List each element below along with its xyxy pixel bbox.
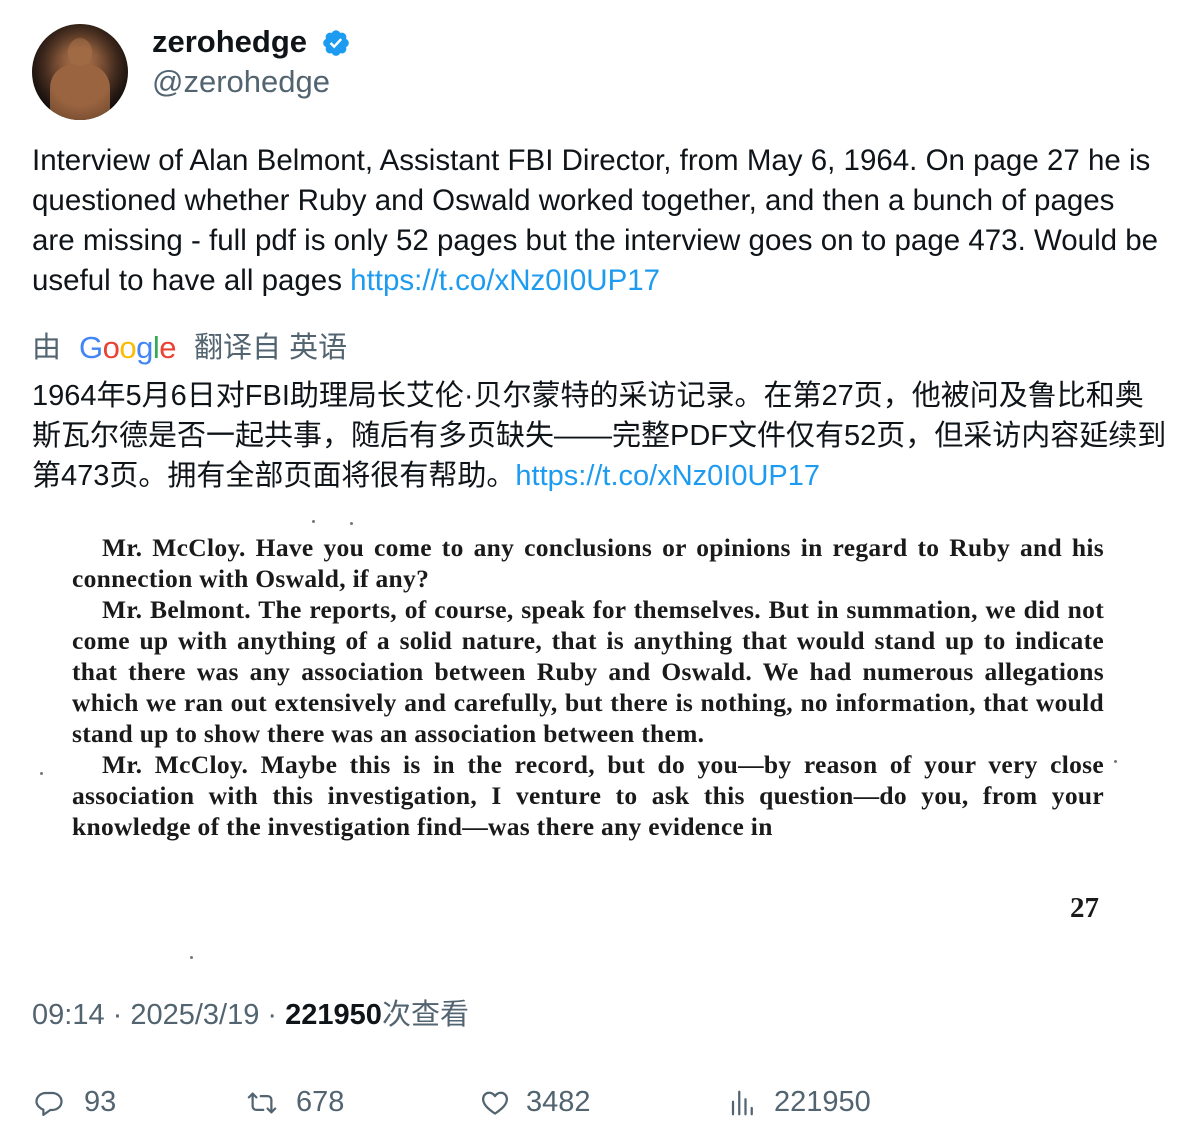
scan-paragraph: Mr. McCloy. Maybe this is in the record,…: [72, 749, 1104, 842]
tweet-link[interactable]: https://t.co/xNz0I0UP17: [350, 264, 660, 297]
reply-icon: [35, 1091, 63, 1116]
scan-paragraph: Mr. McCloy. Have you come to any conclus…: [72, 532, 1104, 594]
meta-separator: ·: [104, 999, 131, 1031]
google-logo: Google: [79, 330, 177, 365]
views-count: 221950: [774, 1086, 871, 1118]
translated-link[interactable]: https://t.co/xNz0I0UP17: [515, 460, 820, 492]
view-count: 221950: [285, 999, 382, 1031]
analytics-icon: [731, 1090, 753, 1116]
display-name[interactable]: zerohedge: [152, 22, 307, 62]
translated-from-label[interactable]: 翻译自 英语: [194, 326, 347, 370]
avatar-vignette: [32, 24, 128, 120]
scan-page-number: 27: [1070, 892, 1099, 924]
like-count: 3482: [526, 1086, 591, 1118]
verified-badge-icon: [323, 30, 349, 56]
scan-speck: [40, 772, 43, 775]
scan-speaker: Mr. McCloy.: [102, 750, 249, 779]
translated-by-label: 由: [32, 332, 62, 364]
retweet-button[interactable]: 678: [244, 1080, 384, 1124]
reply-button[interactable]: 93: [32, 1080, 152, 1124]
retweet-count: 678: [296, 1086, 345, 1118]
tweet-time[interactable]: 09:14: [32, 999, 105, 1031]
retweet-icon: [247, 1092, 277, 1114]
views-button[interactable]: 221950: [726, 1080, 906, 1124]
scan-speck: [1114, 760, 1117, 763]
tweet-date[interactable]: 2025/3/19: [130, 999, 259, 1031]
like-button[interactable]: 3482: [478, 1080, 638, 1124]
scan-speck: [312, 520, 315, 523]
translated-text: 1964年5月6日对FBI助理局长艾伦·贝尔蒙特的采访记录。在第27页，他被问及…: [32, 376, 1167, 496]
action-bar: 93 678 3482 221950: [32, 1080, 1164, 1124]
scan-speck: [190, 956, 193, 959]
scan-text: Mr. McCloy. Have you come to any conclus…: [72, 532, 1104, 842]
translation-attribution: 由 Google 翻译自 英语: [32, 326, 347, 370]
tweet-media-image[interactable]: Mr. McCloy. Have you come to any conclus…: [32, 506, 1164, 976]
scan-paragraph: Mr. Belmont. The reports, of course, spe…: [72, 594, 1104, 749]
meta-separator: ·: [259, 999, 286, 1031]
scan-speaker: Mr. McCloy.: [102, 533, 246, 562]
avatar[interactable]: [32, 24, 128, 120]
reply-count: 93: [84, 1086, 117, 1118]
scan-speck: [350, 522, 353, 525]
tweet-text: Interview of Alan Belmont, Assistant FBI…: [32, 141, 1164, 301]
views-label: 次查看: [381, 999, 469, 1031]
scan-speaker: Mr. Belmont.: [102, 595, 251, 624]
heart-icon: [482, 1091, 508, 1115]
tweet-meta: 09:14 · 2025/3/19 · 221950次查看: [32, 996, 469, 1034]
user-handle[interactable]: @zerohedge: [152, 62, 330, 102]
